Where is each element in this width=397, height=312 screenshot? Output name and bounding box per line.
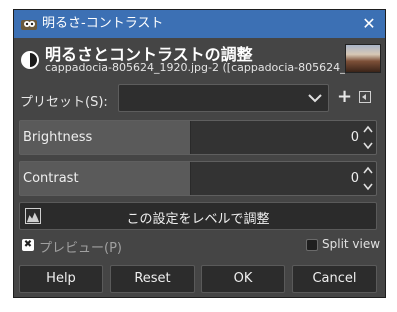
spin-arrows-icon[interactable] [362,122,374,153]
window-title: 明るさ-コントラスト [42,16,164,31]
presets-combo[interactable] [118,84,329,112]
gimp-app-icon [21,20,37,30]
preview-checkbox[interactable]: ✖ [22,239,34,251]
title-bar[interactable]: 明るさ-コントラスト ✕ [14,10,385,38]
preview-label[interactable]: プレビュー(P) [39,237,122,256]
ok-button[interactable]: OK [201,265,285,293]
brightness-spinscale[interactable]: Brightness 0 [19,120,377,155]
spin-arrows-icon[interactable] [362,163,374,194]
contrast-label: Contrast [23,171,79,186]
close-icon[interactable]: ✕ [353,10,385,38]
chevron-down-icon [308,94,322,103]
brightness-label: Brightness [23,130,93,145]
contrast-value[interactable]: 0 [351,171,359,186]
preset-menu-icon[interactable] [359,91,371,103]
image-thumbnail [345,44,381,73]
brightness-contrast-icon [21,51,39,69]
contrast-spinscale[interactable]: Contrast 0 [19,161,377,196]
edit-as-levels-label: この設定をレベルで調整 [126,212,270,227]
help-button[interactable]: Help [19,265,103,293]
cancel-button[interactable]: Cancel [292,265,377,293]
add-preset-button[interactable]: + [337,88,352,106]
brightness-contrast-dialog: 明るさ-コントラスト ✕ 明るさとコントラストの調整 cappadocia-80… [13,9,386,298]
brightness-value[interactable]: 0 [351,130,359,145]
split-view-label[interactable]: Split view [322,237,380,251]
edit-as-levels-button[interactable]: この設定をレベルで調整 [19,202,377,230]
presets-label: プリセット(S): [20,95,108,110]
split-view-checkbox[interactable] [306,239,318,251]
reset-button[interactable]: Reset [110,265,195,293]
image-name: cappadocia-805624_1920.jpg-2 ([cappadoci… [45,61,345,74]
